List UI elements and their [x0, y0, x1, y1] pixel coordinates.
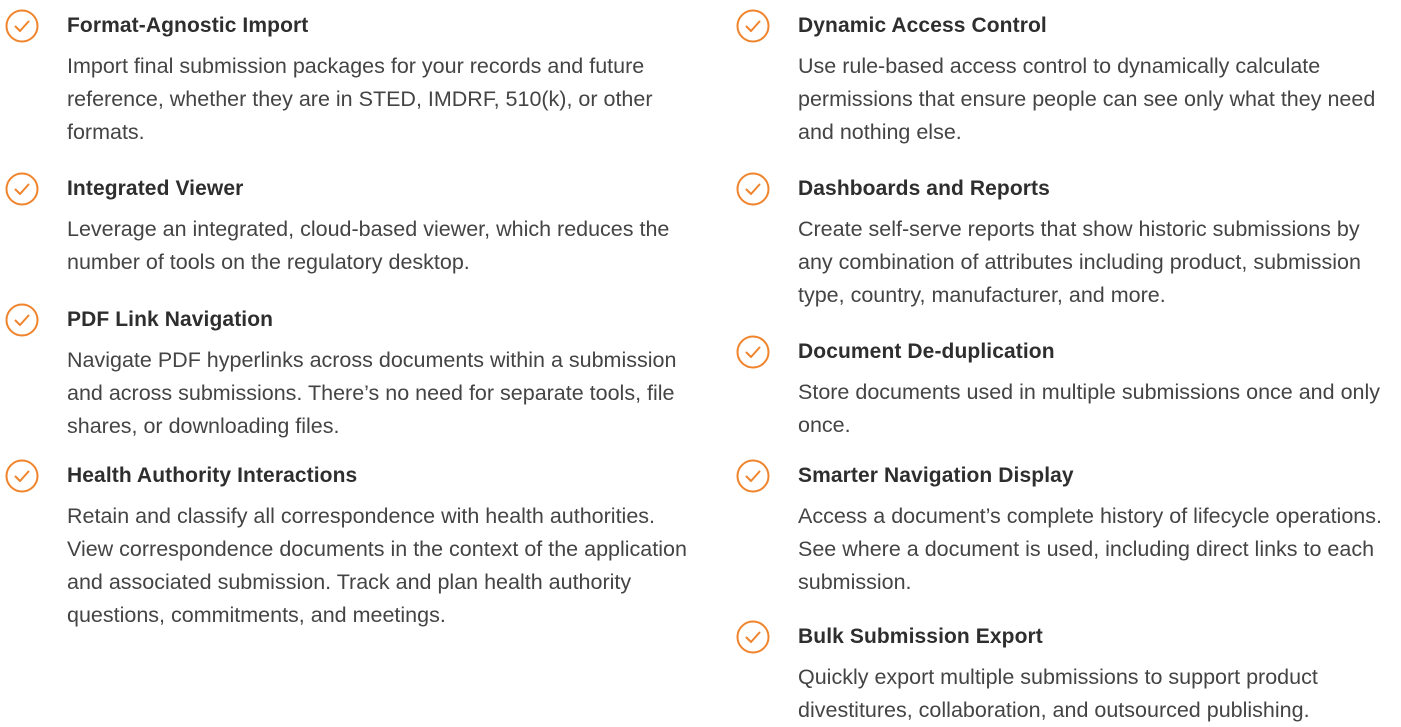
feature-description: Navigate PDF hyperlinks across documents…: [67, 348, 677, 438]
check-circle-icon: [5, 303, 39, 337]
feature-title: Dashboards and Reports: [798, 177, 1050, 200]
check-circle-icon: [5, 9, 39, 43]
feature-title: Dynamic Access Control: [798, 14, 1047, 37]
check-circle-icon: [5, 459, 39, 493]
feature-description: Store documents used in multiple submiss…: [798, 380, 1381, 437]
feature-title: Integrated Viewer: [67, 177, 244, 200]
check-circle-icon: [736, 9, 770, 43]
feature-description: Use rule-based access control to dynamic…: [798, 54, 1376, 144]
feature-title: Format-Agnostic Import: [67, 14, 309, 37]
feature-title: Document De-duplication: [798, 340, 1055, 363]
check-circle-icon: [736, 172, 770, 206]
feature-title: Health Authority Interactions: [67, 464, 358, 487]
feature-title: Bulk Submission Export: [798, 625, 1043, 648]
feature-description: Leverage an integrated, cloud-based view…: [67, 217, 670, 274]
check-circle-icon: [736, 620, 770, 654]
feature-description: Quickly export multiple submissions to s…: [798, 665, 1318, 722]
feature-description: Import final submission packages for you…: [67, 54, 653, 144]
check-circle-icon: [736, 335, 770, 369]
feature-description: Retain and classify all correspondence w…: [67, 504, 687, 627]
check-circle-icon: [736, 459, 770, 493]
feature-description: Access a document’s complete history of …: [798, 504, 1382, 594]
feature-title: PDF Link Navigation: [67, 308, 274, 331]
feature-description: Create self-serve reports that show hist…: [798, 217, 1361, 307]
feature-title: Smarter Navigation Display: [798, 464, 1074, 487]
check-circle-icon: [5, 172, 39, 206]
